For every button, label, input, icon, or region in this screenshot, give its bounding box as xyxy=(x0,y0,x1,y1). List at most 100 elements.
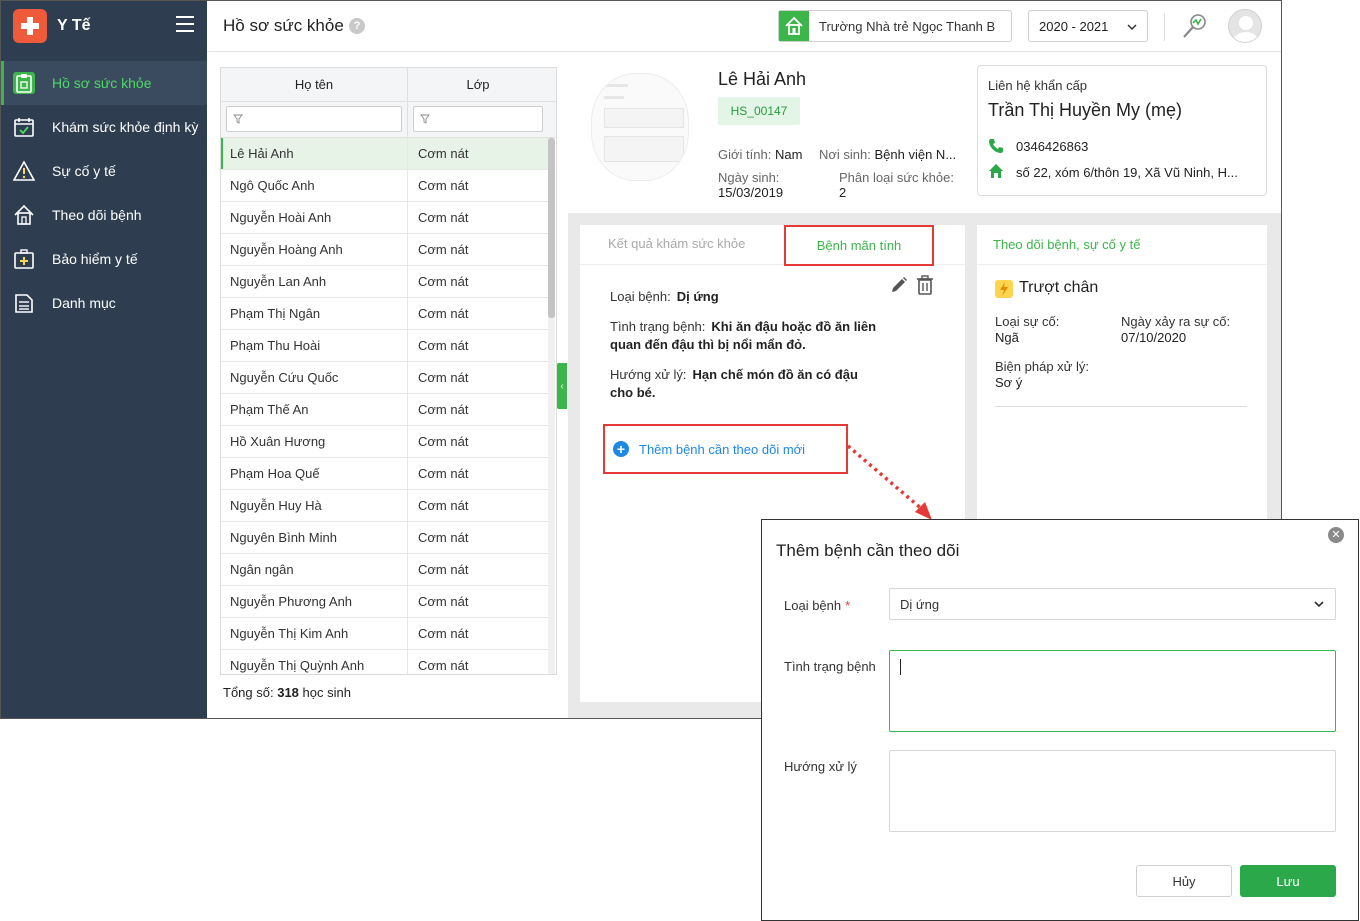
tab-chronic-disease[interactable]: Bệnh mãn tính xyxy=(784,225,934,266)
school-year-select[interactable]: 2020 - 2021 xyxy=(1028,10,1148,42)
incident-name: Trượt chân xyxy=(1019,279,1099,296)
disease-treatment-row: Hướng xử lý: Hạn chế món đồ ăn có đậu cho… xyxy=(610,367,858,400)
disease-type-select[interactable]: Dị ứng xyxy=(889,588,1336,620)
table-row[interactable]: Nguyên Bình Minh Cơm nát xyxy=(221,522,548,554)
school-selector[interactable]: Trường Nhà trẻ Ngọc Thanh B xyxy=(778,10,1012,42)
header-divider xyxy=(1164,13,1165,41)
sidebar: Y Tế Hồ sơ sức khỏe Khám sức khỏe định k… xyxy=(1,1,207,718)
gender-info: Giới tính: Nam xyxy=(718,147,803,162)
student-name: Lê Hải Anh xyxy=(718,69,807,89)
table-scrollbar[interactable] xyxy=(548,138,555,674)
cancel-button[interactable]: Hủy xyxy=(1136,865,1232,897)
edit-pencil-icon[interactable] xyxy=(890,276,908,294)
student-name-cell: Nguyễn Hoài Anh xyxy=(221,202,408,233)
table-row[interactable]: Nguyễn Lan Anh Cơm nát xyxy=(221,266,548,298)
add-disease-modal: Thêm bệnh cần theo dõi ✕ Loại bệnh * Dị ứ… xyxy=(761,519,1359,921)
close-icon[interactable]: ✕ xyxy=(1328,527,1344,543)
treatment-textarea[interactable] xyxy=(889,750,1336,832)
student-name-cell: Ngân ngân xyxy=(221,554,408,585)
medical-cross-logo-icon xyxy=(13,9,47,43)
incident-card-title[interactable]: Theo dõi bệnh, sự cố y tế xyxy=(993,237,1140,252)
student-name-cell: Nguyễn Lan Anh xyxy=(221,266,408,297)
text-caret xyxy=(900,659,901,675)
sidebar-item-medical-incidents[interactable]: Sự cố y tế xyxy=(1,149,207,193)
student-class-cell: Cơm nát xyxy=(418,626,469,641)
student-class-cell: Cơm nát xyxy=(418,466,469,481)
student-class-cell: Cơm nát xyxy=(418,498,469,513)
health-class-label: Phân loại sức khỏe: xyxy=(839,170,954,185)
plus-circle-icon: + xyxy=(613,441,629,457)
stethoscope-icon[interactable] xyxy=(1180,11,1210,41)
table-row[interactable]: Phạm Hoa Quế Cơm nát xyxy=(221,458,548,490)
sidebar-item-disease-tracking[interactable]: Theo dõi bệnh xyxy=(1,193,207,237)
table-row[interactable]: Nguyễn Hoài Anh Cơm nát xyxy=(221,202,548,234)
table-row[interactable]: Nguyễn Hoàng Anh Cơm nát xyxy=(221,234,548,266)
trash-icon[interactable] xyxy=(916,275,934,295)
sidebar-item-label: Danh mục xyxy=(52,295,116,311)
student-name-cell: Phạm Thu Hoài xyxy=(221,330,408,361)
table-row[interactable]: Nguyễn Thị Quỳnh Anh Cơm nát xyxy=(221,650,548,674)
student-class-cell: Cơm nát xyxy=(418,658,469,673)
home-icon xyxy=(988,163,1004,179)
table-row[interactable]: Nguyễn Thị Kim Anh Cơm nát xyxy=(221,618,548,650)
sidebar-item-label: Khám sức khỏe định kỳ xyxy=(52,119,199,135)
incident-card-divider xyxy=(977,264,1267,265)
app-name: Y Tế xyxy=(57,17,91,34)
table-header: Họ tên Lớp xyxy=(221,68,556,102)
house-icon xyxy=(13,204,35,226)
save-button[interactable]: Lưu xyxy=(1240,865,1336,897)
add-tracked-disease-label: Thêm bệnh cần theo dõi mới xyxy=(639,441,806,457)
class-filter-input[interactable] xyxy=(413,106,543,132)
filter-icon xyxy=(233,114,243,124)
sidebar-item-health-records[interactable]: Hồ sơ sức khỏe xyxy=(1,61,207,105)
incident-type-value: Ngã xyxy=(995,330,1019,345)
student-name-cell: Phạm Thị Ngân xyxy=(221,298,408,329)
student-name-cell: Nguyễn Phương Anh xyxy=(221,586,408,617)
tab-exam-results[interactable]: Kết quả khám sức khỏe xyxy=(608,236,745,251)
dob-label: Ngày sinh: xyxy=(718,170,780,185)
dob-value: 15/03/2019 xyxy=(718,185,784,200)
student-code-badge: HS_00147 xyxy=(718,97,800,125)
table-row[interactable]: Lê Hải Anh Cơm nát xyxy=(221,138,548,170)
table-row[interactable]: Nguyễn Huy Hà Cơm nát xyxy=(221,490,548,522)
student-name-cell: Hồ Xuân Hương xyxy=(221,426,408,457)
student-name-cell: Nguyễn Huy Hà xyxy=(221,490,408,521)
sidebar-item-catalog[interactable]: Danh mục xyxy=(1,281,207,325)
sidebar-nav: Hồ sơ sức khỏe Khám sức khỏe định kỳ Sự … xyxy=(1,61,207,325)
table-row[interactable]: Ngân ngân Cơm nát xyxy=(221,554,548,586)
filter-row xyxy=(221,102,556,138)
warning-icon xyxy=(13,160,35,182)
calendar-check-icon xyxy=(13,116,35,138)
student-photo xyxy=(581,65,698,185)
disease-status-textarea[interactable] xyxy=(889,650,1336,732)
sidebar-item-label: Bảo hiểm y tế xyxy=(52,251,138,267)
treatment-label: Hướng xử lý xyxy=(784,759,857,774)
add-tracked-disease-button[interactable]: + Thêm bệnh cần theo dõi mới xyxy=(603,424,848,474)
sidebar-item-periodic-exam[interactable]: Khám sức khỏe định kỳ xyxy=(1,105,207,149)
table-row[interactable]: Phạm Thu Hoài Cơm nát xyxy=(221,330,548,362)
table-row[interactable]: Nguyễn Cứu Quốc Cơm nát xyxy=(221,362,548,394)
disease-type-label: Loại bệnh * xyxy=(784,598,851,613)
menu-toggle-icon[interactable] xyxy=(176,16,194,32)
name-filter-input[interactable] xyxy=(226,106,402,132)
user-avatar[interactable] xyxy=(1228,9,1262,43)
disease-type-row: Loại bệnh: Dị ứng xyxy=(610,289,719,304)
modal-title: Thêm bệnh cần theo dõi xyxy=(776,541,960,560)
table-row[interactable]: Phạm Thế An Cơm nát xyxy=(221,394,548,426)
student-name-cell: Nguyễn Cứu Quốc xyxy=(221,362,408,393)
sidebar-item-health-insurance[interactable]: Bảo hiểm y tế xyxy=(1,237,207,281)
medical-kit-icon xyxy=(13,248,35,270)
student-name-cell: Nguyên Bình Minh xyxy=(221,522,408,553)
student-class-cell: Cơm nát xyxy=(418,370,469,385)
column-header-class[interactable]: Lớp xyxy=(408,68,548,101)
brand[interactable]: Y Tế xyxy=(13,9,91,43)
table-row[interactable]: Nguyễn Phương Anh Cơm nát xyxy=(221,586,548,618)
incident-measure-label: Biện pháp xử lý: xyxy=(995,359,1089,374)
table-row[interactable]: Ngô Quốc Anh Cơm nát xyxy=(221,170,548,202)
table-row[interactable]: Hồ Xuân Hương Cơm nát xyxy=(221,426,548,458)
table-row[interactable]: Phạm Thị Ngân Cơm nát xyxy=(221,298,548,330)
student-class-cell: Cơm nát xyxy=(418,242,469,257)
collapse-panel-handle[interactable]: ‹ xyxy=(557,363,567,409)
help-icon[interactable]: ? xyxy=(349,18,365,34)
column-header-name[interactable]: Họ tên xyxy=(221,68,408,101)
